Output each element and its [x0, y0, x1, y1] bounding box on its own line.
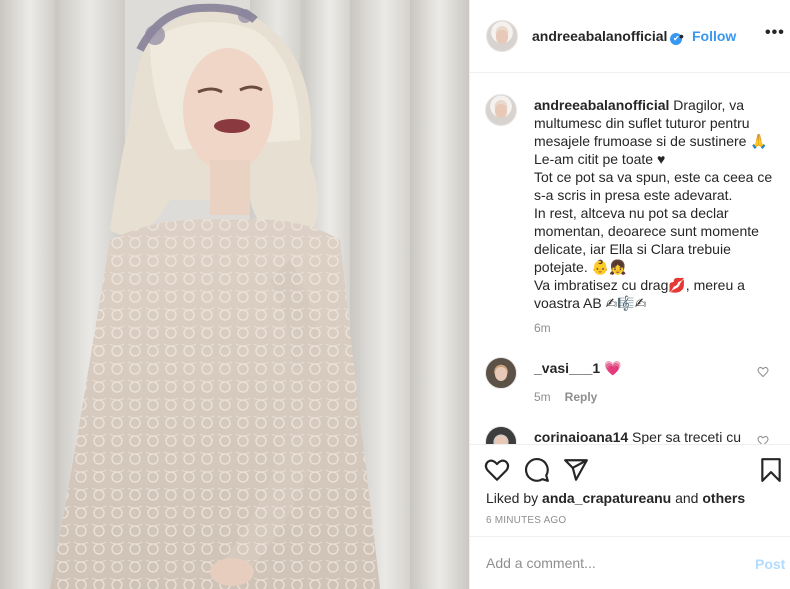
- liked-by-suffix: and: [675, 490, 699, 506]
- post-header: andreeabalanofficial ✔ • Follow •••: [470, 0, 790, 73]
- caption-line: In rest, altceva nu pot sa declar moment…: [534, 205, 759, 275]
- commenter-avatar[interactable]: [485, 426, 517, 444]
- comment-input[interactable]: [486, 551, 726, 575]
- author-username-link[interactable]: andreeabalanofficial ✔: [532, 28, 683, 45]
- caption-line: Va imbratisez cu drag💋, mereu a voastra …: [534, 277, 745, 311]
- caption-line: Tot ce pot sa va spun, este ca ceea ce s…: [534, 169, 773, 203]
- commenter-avatar[interactable]: [485, 357, 517, 389]
- comment-like-heart-icon[interactable]: [757, 435, 769, 444]
- comment-meta: 5m Reply: [534, 390, 597, 404]
- commenter-username[interactable]: _vasi___1: [534, 360, 600, 376]
- post-photo[interactable]: [0, 0, 469, 589]
- liked-by-prefix: Liked by: [486, 490, 539, 506]
- caption-line: Le-am citit pe toate ♥: [534, 151, 666, 167]
- comment-body: 💗: [604, 360, 622, 376]
- comment-icon[interactable]: [524, 457, 550, 483]
- post-sidebar: andreeabalanofficial ✔ • Follow ••• andre…: [469, 0, 790, 589]
- liked-by-others-link[interactable]: others: [702, 490, 745, 506]
- caption-avatar[interactable]: [485, 94, 517, 126]
- liked-by-user-link[interactable]: anda_crapatureanu: [542, 490, 671, 506]
- caption-text: andreeabalanofficial Dragilor, va multum…: [534, 96, 778, 312]
- comment-body: Sper sa treceti cu: [632, 429, 741, 444]
- bookmark-icon[interactable]: [758, 457, 784, 483]
- caption-username[interactable]: andreeabalanofficial: [534, 97, 669, 113]
- post-actions: Liked by anda_crapatureanu and others 6 …: [470, 444, 790, 544]
- reply-button[interactable]: Reply: [565, 390, 598, 404]
- comment-text: corinaioana14 Sper sa treceti cu: [534, 429, 741, 444]
- comment-timestamp[interactable]: 5m: [534, 390, 551, 404]
- separator-dot: •: [679, 28, 684, 44]
- author-avatar[interactable]: [486, 20, 518, 52]
- heart-icon[interactable]: [484, 457, 510, 483]
- photo-illustration: [0, 0, 469, 589]
- comment-like-heart-icon[interactable]: [757, 366, 769, 378]
- add-comment-bar: Post: [470, 536, 790, 589]
- comments-list[interactable]: andreeabalanofficial Dragilor, va multum…: [470, 74, 790, 444]
- caption-timestamp[interactable]: 6m: [534, 321, 551, 335]
- post-date[interactable]: 6 MINUTES AGO: [486, 515, 566, 526]
- comment-text: _vasi___1 💗: [534, 360, 622, 377]
- paper-plane-icon[interactable]: [563, 457, 589, 483]
- more-options-icon[interactable]: •••: [765, 24, 785, 42]
- author-username: andreeabalanofficial: [532, 28, 668, 44]
- post-comment-button[interactable]: Post: [755, 556, 785, 572]
- likes-summary: Liked by anda_crapatureanu and others: [486, 490, 745, 506]
- follow-button[interactable]: Follow: [692, 28, 736, 44]
- commenter-username[interactable]: corinaioana14: [534, 429, 628, 444]
